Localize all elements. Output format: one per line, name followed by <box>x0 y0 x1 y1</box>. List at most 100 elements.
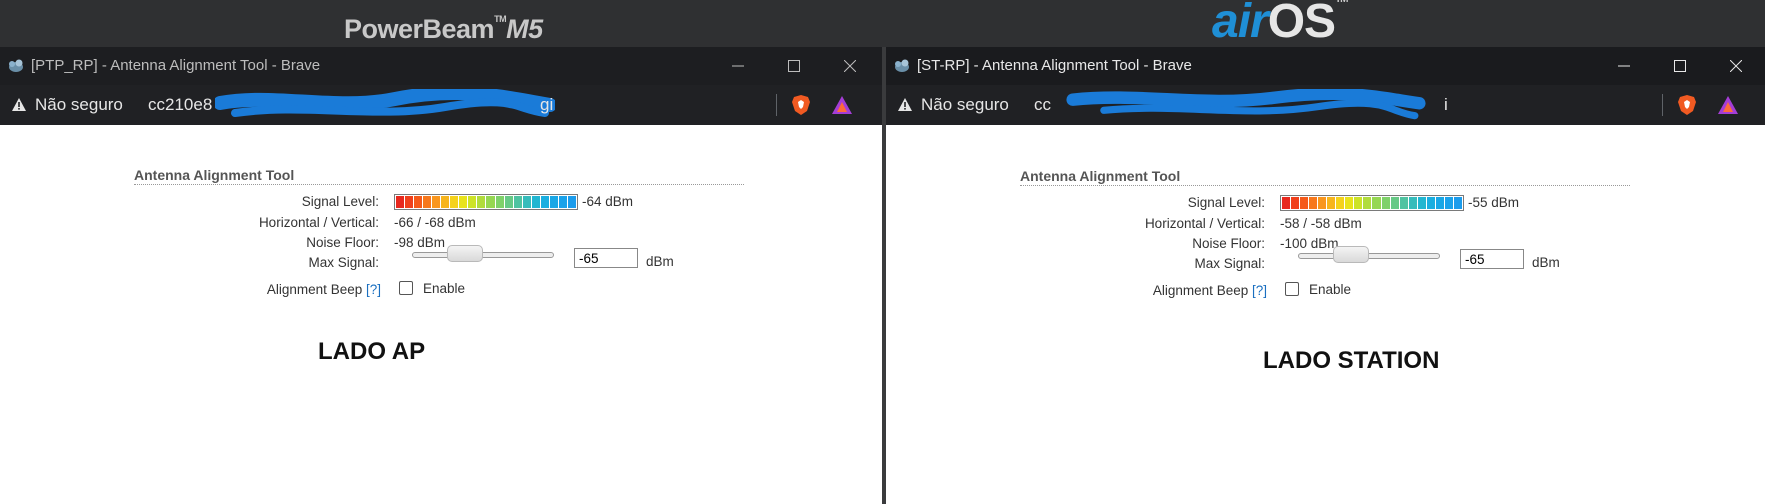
airos-favicon-icon <box>9 59 23 72</box>
meter-segment <box>1417 197 1426 209</box>
meter-segment <box>1453 197 1462 209</box>
side-label: LADO AP <box>318 338 426 365</box>
signal-level-label: Signal Level: <box>1187 195 1265 210</box>
enable-label: Enable <box>423 281 466 296</box>
meter-segment <box>1282 197 1291 209</box>
toolbar-separator <box>776 94 777 116</box>
noise-floor-value: -98 dBm <box>394 235 446 250</box>
title-bar[interactable]: [ST-RP] - Antenna Alignment Tool - Brave <box>886 47 1765 85</box>
tool-title: Antenna Alignment Tool <box>1020 168 1630 186</box>
meter-segment <box>1336 197 1345 209</box>
side-label: LADO STATION <box>1263 347 1440 374</box>
maximize-button[interactable] <box>1652 47 1708 85</box>
hv-value: -58 / -58 dBm <box>1280 216 1362 231</box>
hv-value: -66 / -68 dBm <box>394 215 476 230</box>
meter-segment <box>459 196 468 208</box>
noise-floor-value: -100 dBm <box>1280 236 1339 251</box>
close-button[interactable] <box>1708 47 1764 85</box>
toolbar-separator <box>1662 94 1663 116</box>
meter-segment <box>1345 197 1354 209</box>
meter-segment <box>531 196 540 208</box>
close-button[interactable] <box>822 47 878 85</box>
alignment-beep-text: Alignment Beep <box>1152 283 1249 298</box>
address-bar[interactable]: Não seguro cc210e8 gi <box>0 85 882 125</box>
alignment-beep-checkbox[interactable] <box>1285 282 1299 296</box>
alignment-beep-help-link[interactable]: [?] <box>1252 283 1267 298</box>
meter-segment <box>522 196 531 208</box>
alignment-beep-text: Alignment Beep <box>266 282 363 297</box>
logo-tm: TM <box>494 14 507 24</box>
airos-logo: airOSTM <box>1212 0 1349 49</box>
minimize-button[interactable] <box>1596 47 1652 85</box>
noise-floor-label: Noise Floor: <box>1192 236 1265 251</box>
logo-tm: TM <box>1335 0 1348 5</box>
meter-segment <box>1408 197 1417 209</box>
not-secure-label[interactable]: Não seguro <box>35 95 123 115</box>
maximize-icon <box>788 60 800 72</box>
logo-air: air <box>1212 0 1269 48</box>
max-signal-unit: dBm <box>646 254 674 269</box>
max-signal-slider[interactable] <box>412 252 554 258</box>
meter-segment <box>1372 197 1381 209</box>
meter-segment <box>405 196 414 208</box>
meter-segment <box>504 196 513 208</box>
meter-segment <box>1309 197 1318 209</box>
title-bar[interactable]: [PTP_RP] - Antenna Alignment Tool - Brav… <box>0 47 882 85</box>
window-title: [ST-RP] - Antenna Alignment Tool - Brave <box>917 57 1192 74</box>
minimize-button[interactable] <box>710 47 766 85</box>
meter-segment <box>1381 197 1390 209</box>
minimize-icon <box>732 65 744 67</box>
logo-text: PowerBeam <box>344 14 495 44</box>
meter-segment <box>477 196 486 208</box>
max-signal-label: Max Signal: <box>308 255 379 270</box>
maximize-button[interactable] <box>766 47 822 85</box>
meter-segment <box>1300 197 1309 209</box>
alignment-beep-checkbox[interactable] <box>399 281 413 295</box>
brave-rewards-icon[interactable] <box>1717 95 1739 115</box>
meter-segment <box>558 196 567 208</box>
meter-segment <box>432 196 441 208</box>
brave-shields-icon[interactable] <box>791 94 811 116</box>
warning-icon <box>898 98 912 111</box>
meter-segment <box>1390 197 1399 209</box>
signal-level-meter <box>1280 195 1464 211</box>
url-tail-text[interactable]: gi <box>540 95 553 115</box>
meter-segment <box>1399 197 1408 209</box>
minimize-icon <box>1618 65 1630 67</box>
meter-segment <box>1327 197 1336 209</box>
signal-level-value: -64 dBm <box>582 194 634 209</box>
meter-segment <box>1354 197 1363 209</box>
redaction-scribble <box>215 89 555 117</box>
close-icon <box>844 60 856 72</box>
page-content: Antenna Alignment Tool Signal Level: -64… <box>0 125 882 504</box>
right-browser-window: [ST-RP] - Antenna Alignment Tool - Brave… <box>886 47 1765 504</box>
signal-level-meter <box>394 194 578 210</box>
brave-rewards-icon[interactable] <box>831 95 853 115</box>
meter-segment <box>549 196 558 208</box>
max-signal-slider[interactable] <box>1298 253 1440 259</box>
maximize-icon <box>1674 60 1686 72</box>
meter-segment <box>540 196 549 208</box>
max-signal-slider-thumb[interactable] <box>1333 246 1369 263</box>
powerbeam-logo: PowerBeamTMM5 <box>344 14 543 45</box>
logo-model: M5 <box>506 14 543 44</box>
alignment-beep-help-link[interactable]: [?] <box>366 282 381 297</box>
address-bar[interactable]: Não seguro cc i <box>886 85 1765 125</box>
max-signal-label: Max Signal: <box>1194 256 1265 271</box>
meter-segment <box>1363 197 1372 209</box>
window-title: [PTP_RP] - Antenna Alignment Tool - Brav… <box>31 57 321 74</box>
meter-segment <box>423 196 432 208</box>
meter-segment <box>513 196 522 208</box>
brave-shields-icon[interactable] <box>1677 94 1697 116</box>
hv-label: Horizontal / Vertical: <box>1144 216 1265 231</box>
desktop-banner: PowerBeamTMM5 airOSTM <box>0 0 1765 49</box>
tool-title: Antenna Alignment Tool <box>134 167 744 185</box>
alignment-beep-label: Alignment Beep [?] <box>129 282 381 297</box>
max-signal-input[interactable] <box>1460 249 1524 269</box>
not-secure-label[interactable]: Não seguro <box>921 95 1009 115</box>
max-signal-input[interactable] <box>574 248 638 268</box>
url-tail-text[interactable]: i <box>1444 95 1448 115</box>
max-signal-slider-thumb[interactable] <box>447 245 483 262</box>
meter-segment <box>495 196 504 208</box>
url-text[interactable]: cc210e8 <box>148 95 212 115</box>
